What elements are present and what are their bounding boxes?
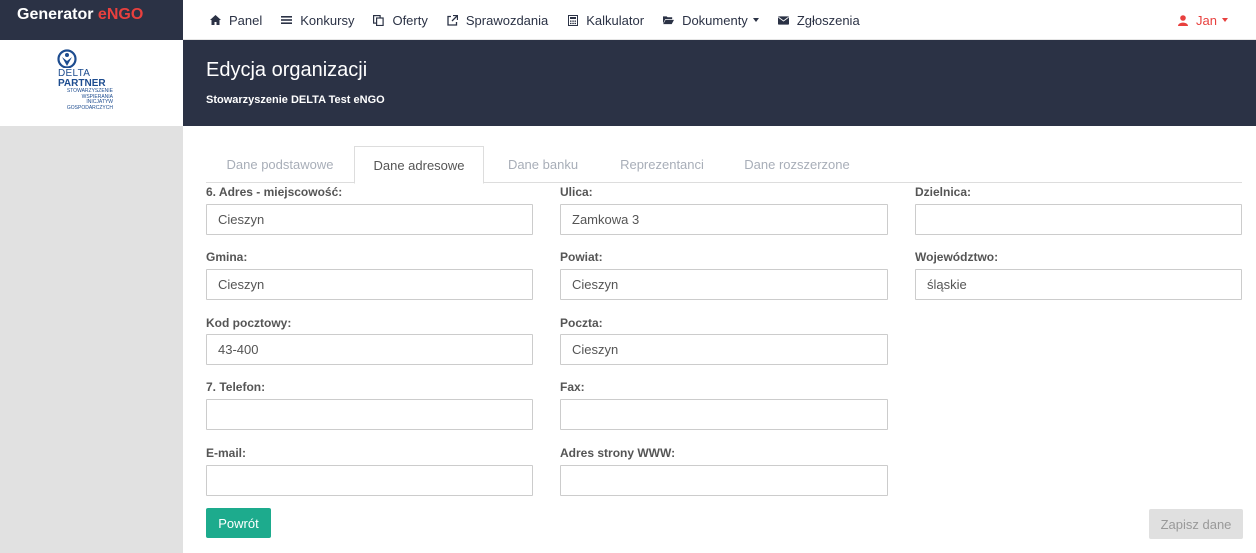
user-icon — [1178, 14, 1189, 26]
nav-label: Kalkulator — [586, 12, 645, 28]
external-link-icon — [447, 14, 458, 26]
ulica-input[interactable] — [560, 204, 888, 235]
page-title: Edycja organizacji — [206, 59, 368, 81]
gmina-input[interactable] — [206, 269, 533, 300]
fax-label: Fax: — [560, 380, 585, 394]
tab-dane-banku[interactable]: Dane banku — [484, 146, 602, 183]
nav-item-konkursy[interactable]: Konkursy — [281, 13, 354, 28]
home-icon — [210, 15, 221, 26]
gmina-label: Gmina: — [206, 250, 248, 264]
nav-label: Konkursy — [300, 12, 355, 28]
copy-icon — [373, 14, 385, 26]
save-button[interactable]: Zapisz dane — [1149, 509, 1243, 539]
tab-dane-adresowe[interactable]: Dane adresowe — [354, 146, 484, 184]
chevron-down-icon — [1222, 18, 1228, 22]
tab-reprezentanci[interactable]: Reprezentanci — [602, 146, 722, 183]
main-nav: Panel Konkursy Oferty Sprawozdania Kalku… — [210, 0, 879, 40]
brand-logo[interactable]: Generator eNGO — [0, 0, 183, 40]
page-header: Edycja organizacji Stowarzyszenie DELTA … — [183, 40, 1256, 126]
envelope-icon — [777, 15, 789, 26]
nav-item-zgloszenia[interactable]: Zgłoszenia — [777, 12, 860, 28]
kod-pocztowy-label: Kod pocztowy: — [206, 316, 292, 330]
kod-pocztowy-input[interactable] — [206, 334, 533, 365]
telefon-input[interactable] — [206, 399, 533, 430]
sidebar: DELTA PARTNER STOWARZYSZENIE WSPIERANIA … — [0, 40, 183, 553]
poczta-input[interactable] — [560, 334, 888, 365]
nav-label: Panel — [229, 12, 263, 28]
email-label: E-mail: — [206, 446, 247, 460]
dzielnica-label: Dzielnica: — [915, 185, 972, 199]
miejscowosc-label: 6. Adres - miejscowość: — [206, 185, 343, 199]
fax-input[interactable] — [560, 399, 888, 430]
brand-name: Generator — [17, 6, 94, 23]
poczta-label: Poczta: — [560, 316, 603, 330]
nav-item-panel[interactable]: Panel — [210, 13, 262, 28]
list-icon — [281, 15, 293, 26]
wojewodztwo-label: Województwo: — [915, 250, 999, 264]
nav-label: Sprawozdania — [465, 12, 549, 28]
tab-dane-podstawowe[interactable]: Dane podstawowe — [206, 146, 354, 183]
email-input[interactable] — [206, 465, 533, 496]
delta-partner-logo-icon — [57, 49, 77, 68]
user-name: Jan — [1196, 12, 1217, 28]
miejscowosc-input[interactable] — [206, 204, 533, 235]
nav-label: Oferty — [392, 12, 428, 28]
dzielnica-input[interactable] — [915, 204, 1242, 235]
nav-label: Zgłoszenia — [796, 12, 860, 28]
organization-logo: DELTA PARTNER STOWARZYSZENIE WSPIERANIA … — [0, 40, 183, 126]
brand-accent: eNGO — [97, 6, 144, 23]
wojewodztwo-input[interactable] — [915, 269, 1242, 300]
folder-open-icon — [663, 15, 675, 26]
top-navbar: Generator eNGO Panel Konkursy Oferty Spr… — [0, 0, 1256, 40]
tab-bar: Dane podstawowe Dane adresowe Dane banku… — [206, 146, 1242, 184]
calculator-icon — [567, 14, 578, 26]
www-input[interactable] — [560, 465, 888, 496]
back-button[interactable]: Powrót — [206, 508, 271, 538]
user-menu[interactable]: Jan — [1178, 0, 1228, 40]
nav-item-sprawozdania[interactable]: Sprawozdania — [447, 13, 548, 28]
logo-tagline: STOWARZYSZENIE WSPIERANIA INICJATYW GOSP… — [66, 88, 113, 111]
tab-dane-rozszerzone[interactable]: Dane rozszerzone — [722, 146, 872, 183]
powiat-label: Powiat: — [560, 250, 603, 264]
ulica-label: Ulica: — [560, 185, 593, 199]
nav-item-kalkulator[interactable]: Kalkulator — [567, 13, 644, 28]
chevron-down-icon — [752, 18, 759, 22]
nav-label: Dokumenty — [682, 12, 748, 28]
www-label: Adres strony WWW: — [560, 446, 676, 460]
nav-item-dokumenty[interactable]: Dokumenty — [663, 13, 759, 28]
organization-name: Stowarzyszenie DELTA Test eNGO — [206, 94, 385, 106]
powiat-input[interactable] — [560, 269, 888, 300]
nav-item-oferty[interactable]: Oferty — [373, 12, 428, 28]
telefon-label: 7. Telefon: — [206, 380, 266, 394]
